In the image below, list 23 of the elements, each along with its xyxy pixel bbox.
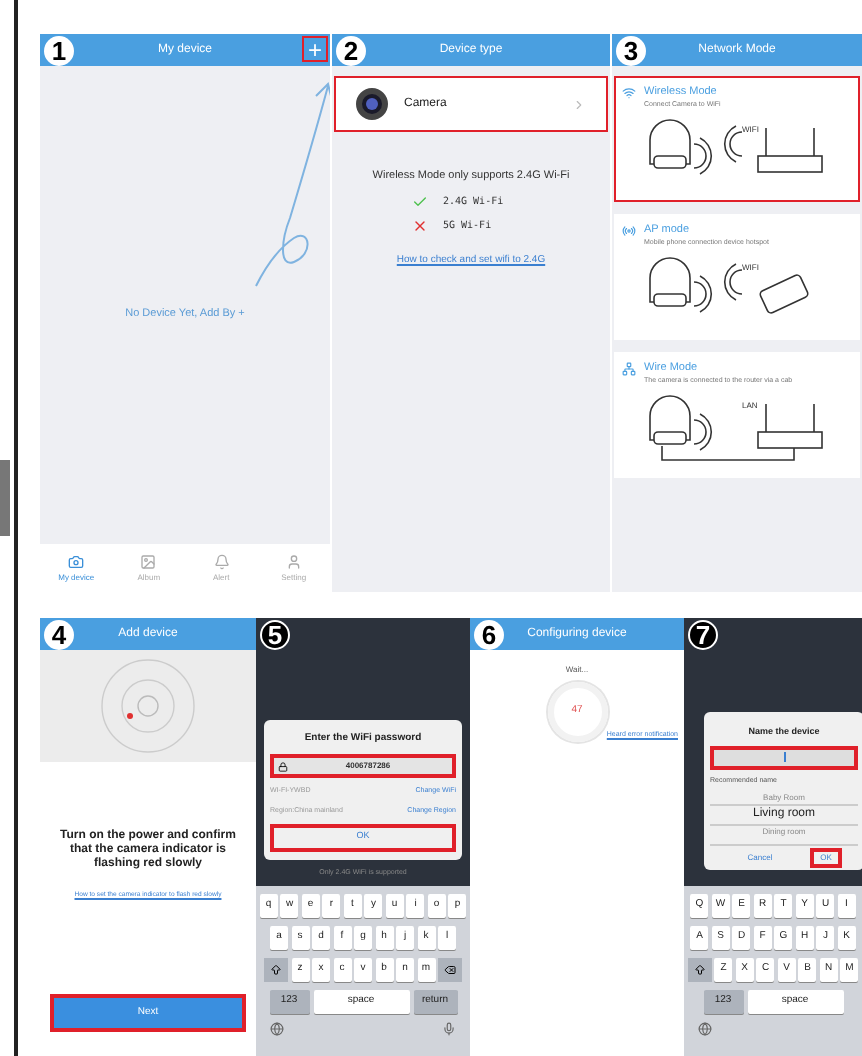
shift-icon — [693, 964, 706, 976]
shift-icon — [270, 964, 282, 976]
bell-icon — [213, 554, 230, 570]
camera-icon — [68, 554, 85, 570]
microphone-icon[interactable] — [442, 1022, 456, 1036]
name-input-field[interactable] — [710, 745, 858, 770]
person-icon — [285, 554, 302, 570]
step-number: 7 — [688, 620, 718, 650]
globe-icon[interactable] — [270, 1022, 284, 1036]
mode-icon — [622, 361, 636, 376]
globe-icon[interactable] — [698, 1022, 712, 1036]
mode-icon — [622, 85, 636, 100]
backspace-icon — [444, 964, 456, 976]
shift-key[interactable] — [264, 958, 288, 982]
shift-key[interactable] — [687, 958, 712, 982]
target-rings-drawing — [100, 658, 196, 754]
backspace-key[interactable] — [438, 958, 462, 982]
step-number: 5 — [260, 620, 290, 650]
lock-icon — [278, 761, 288, 772]
picture-icon — [140, 554, 157, 570]
camera-lens-icon — [356, 88, 388, 120]
chevron-icon — [572, 97, 586, 111]
mode-icon — [622, 223, 636, 238]
